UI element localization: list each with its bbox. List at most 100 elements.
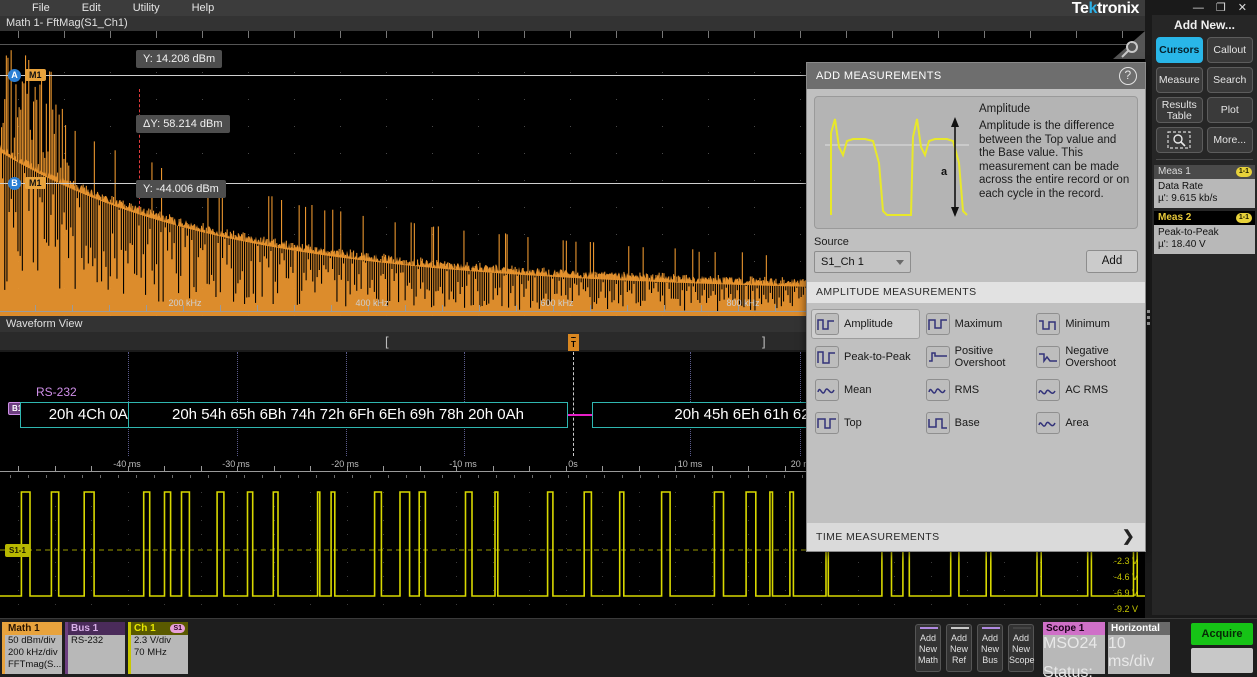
measurement-title: Meas 2 1-1	[1154, 211, 1255, 225]
badge-line: 200 kHz/div	[5, 647, 62, 659]
badge-ch-1[interactable]: Ch 1 S1 2.3 V/div 70 MHz	[128, 622, 188, 674]
menu-item-file[interactable]: File	[28, 0, 54, 16]
measurement-option-base[interactable]: Base	[922, 408, 1031, 438]
measurement-waveform-icon	[1036, 379, 1060, 401]
info-description: Amplitude is the difference between the …	[979, 120, 1131, 201]
bus-packet[interactable]: 20h 54h 65h 6Bh 74h 72h 6Fh 6Eh 69h 78h …	[128, 402, 568, 428]
measurement-waveform-icon	[815, 346, 839, 368]
measurement-body: Data Rate µ': 9.615 kb/s	[1154, 179, 1255, 208]
measurement-waveform-icon	[815, 379, 839, 401]
measurement-waveform-icon	[1036, 346, 1060, 368]
acquire-secondary-panel[interactable]	[1191, 648, 1253, 673]
measurement-waveform-icon	[815, 412, 839, 434]
close-icon[interactable]: ✕	[1238, 2, 1247, 14]
measurement-option-label: Mean	[844, 384, 872, 396]
measurement-option-label: Area	[1065, 417, 1088, 429]
cursor-a-trace-label: M1	[25, 69, 46, 81]
fft-top-ruler	[0, 31, 1145, 45]
badge-line: FFTmag(S...	[5, 659, 62, 671]
measurement-value: µ': 18.40 V	[1158, 239, 1251, 251]
time-measurements-section[interactable]: TIME MEASUREMENTS ❯	[807, 523, 1145, 551]
add-button[interactable]: Add	[1086, 250, 1138, 273]
menu-item-utility[interactable]: Utility	[129, 0, 164, 16]
info-title: Amplitude	[979, 103, 1131, 115]
measurement-type: Data Rate	[1158, 181, 1251, 193]
time-tick-label: 10 ms	[678, 459, 703, 469]
measurement-option-amplitude[interactable]: Amplitude	[811, 309, 920, 339]
measurement-option-positive-overshoot[interactable]: Positive Overshoot	[922, 342, 1031, 372]
measurement-title: Meas 1 1-1	[1154, 165, 1255, 179]
sidebar-button-callout[interactable]: Callout	[1207, 37, 1254, 63]
badge-line: 2.3 V/div	[131, 635, 188, 647]
measurement-waveform-icon	[926, 412, 950, 434]
zoom-select-icon[interactable]	[1156, 127, 1203, 153]
trigger-marker-main[interactable]: T	[568, 338, 579, 351]
badge-bus-1[interactable]: Bus 1 RS-232	[65, 622, 125, 674]
sidebar-button-results-table[interactable]: ResultsTable	[1156, 97, 1203, 123]
sidebar-button-plot[interactable]: Plot	[1207, 97, 1254, 123]
frequency-tick-label: 200 kHz	[168, 298, 201, 308]
cursor-b-badge[interactable]: B	[8, 177, 21, 190]
source-select-value: S1_Ch 1	[821, 256, 864, 268]
badge-math-1[interactable]: Math 1 50 dBm/div 200 kHz/div FFTmag(S..…	[2, 622, 62, 674]
add-new-math-button[interactable]: AddNewMath	[915, 624, 941, 672]
measurement-waveform-icon	[1036, 313, 1060, 335]
acquire-button[interactable]: Acquire	[1191, 623, 1253, 645]
sidebar-button-measure[interactable]: Measure	[1156, 67, 1203, 93]
measurement-option-ac-rms[interactable]: AC RMS	[1032, 375, 1141, 405]
time-tick-label: -10 ms	[449, 459, 477, 469]
sidebar-divider	[1156, 159, 1253, 160]
measurement-waveform-icon	[926, 346, 950, 368]
menu-item-help[interactable]: Help	[188, 0, 219, 16]
add-new-scope-button[interactable]: AddNewScope	[1008, 624, 1034, 672]
measurement-option-mean[interactable]: Mean	[811, 375, 920, 405]
measurement-option-label: Amplitude	[844, 318, 893, 330]
nav-bracket-left[interactable]: [	[385, 334, 389, 349]
oscilloscope-app: File Edit Utility Help Tektronix — ❐ ✕ M…	[0, 0, 1257, 677]
chevron-down-icon	[896, 260, 904, 265]
time-tick-label: 0s	[568, 459, 578, 469]
badge-horizontal[interactable]: Horizontal 10 ms/div	[1108, 622, 1170, 674]
sidebar-button-more[interactable]: More...	[1207, 127, 1254, 153]
cursor-a-readout: Y: 14.208 dBm	[136, 50, 222, 68]
bus-name-label: RS-232	[36, 385, 77, 399]
measurement-option-label: Minimum	[1065, 318, 1110, 330]
measurement-option-label: AC RMS	[1065, 384, 1108, 396]
add-new-bus-button[interactable]: AddNewBus	[977, 624, 1003, 672]
sidebar-measurement-2[interactable]: Meas 2 1-1 Peak-to-Peak µ': 18.40 V	[1154, 211, 1255, 254]
measurement-option-label: Peak-to-Peak	[844, 351, 911, 363]
measurement-option-area[interactable]: Area	[1032, 408, 1141, 438]
restore-icon[interactable]: ❐	[1216, 2, 1226, 14]
measurement-info-text: Amplitude Amplitude is the difference be…	[973, 103, 1131, 222]
badge-scope-1[interactable]: Scope 1 MSO24 Status:	[1043, 622, 1105, 674]
measurement-option-peak-to-peak[interactable]: Peak-to-Peak	[811, 342, 920, 372]
cursor-b-trace-label: M1	[25, 177, 46, 189]
time-tick-label: -40 ms	[113, 459, 141, 469]
source-select[interactable]: S1_Ch 1	[814, 251, 911, 273]
help-icon[interactable]: ?	[1119, 67, 1137, 85]
measurement-option-minimum[interactable]: Minimum	[1032, 309, 1141, 339]
measurement-tag: 1-1	[1236, 213, 1252, 223]
nav-bracket-right[interactable]: ]	[762, 334, 766, 349]
add-new-ref-button[interactable]: AddNewRef	[946, 624, 972, 672]
measurement-option-rms[interactable]: RMS	[922, 375, 1031, 405]
cursor-a-badge[interactable]: A	[8, 69, 21, 82]
sidebar-measurement-1[interactable]: Meas 1 1-1 Data Rate µ': 9.615 kb/s	[1154, 165, 1255, 208]
measurement-waveform-icon	[1036, 412, 1060, 434]
source-row: Source S1_Ch 1 Add	[814, 236, 1138, 273]
scope-model: MSO24	[1043, 635, 1105, 653]
voltage-label: -4.6 V	[1114, 572, 1138, 582]
panel-resize-handle[interactable]	[1147, 310, 1151, 328]
sidebar-button-search[interactable]: Search	[1207, 67, 1254, 93]
badge-line: RS-232	[68, 635, 125, 647]
measurement-waveform-icon	[815, 313, 839, 335]
badge-line: 70 MHz	[131, 647, 188, 659]
minimize-icon[interactable]: —	[1193, 2, 1204, 14]
channel-s1-badge[interactable]: S1-1	[5, 544, 30, 557]
menu-item-edit[interactable]: Edit	[78, 0, 105, 16]
measurement-option-top[interactable]: Top	[811, 408, 920, 438]
sidebar-button-cursors[interactable]: Cursors	[1156, 37, 1203, 63]
measurement-option-negative-overshoot[interactable]: Negative Overshoot	[1032, 342, 1141, 372]
measurement-option-maximum[interactable]: Maximum	[922, 309, 1031, 339]
frequency-tick-label: 400 kHz	[355, 298, 388, 308]
